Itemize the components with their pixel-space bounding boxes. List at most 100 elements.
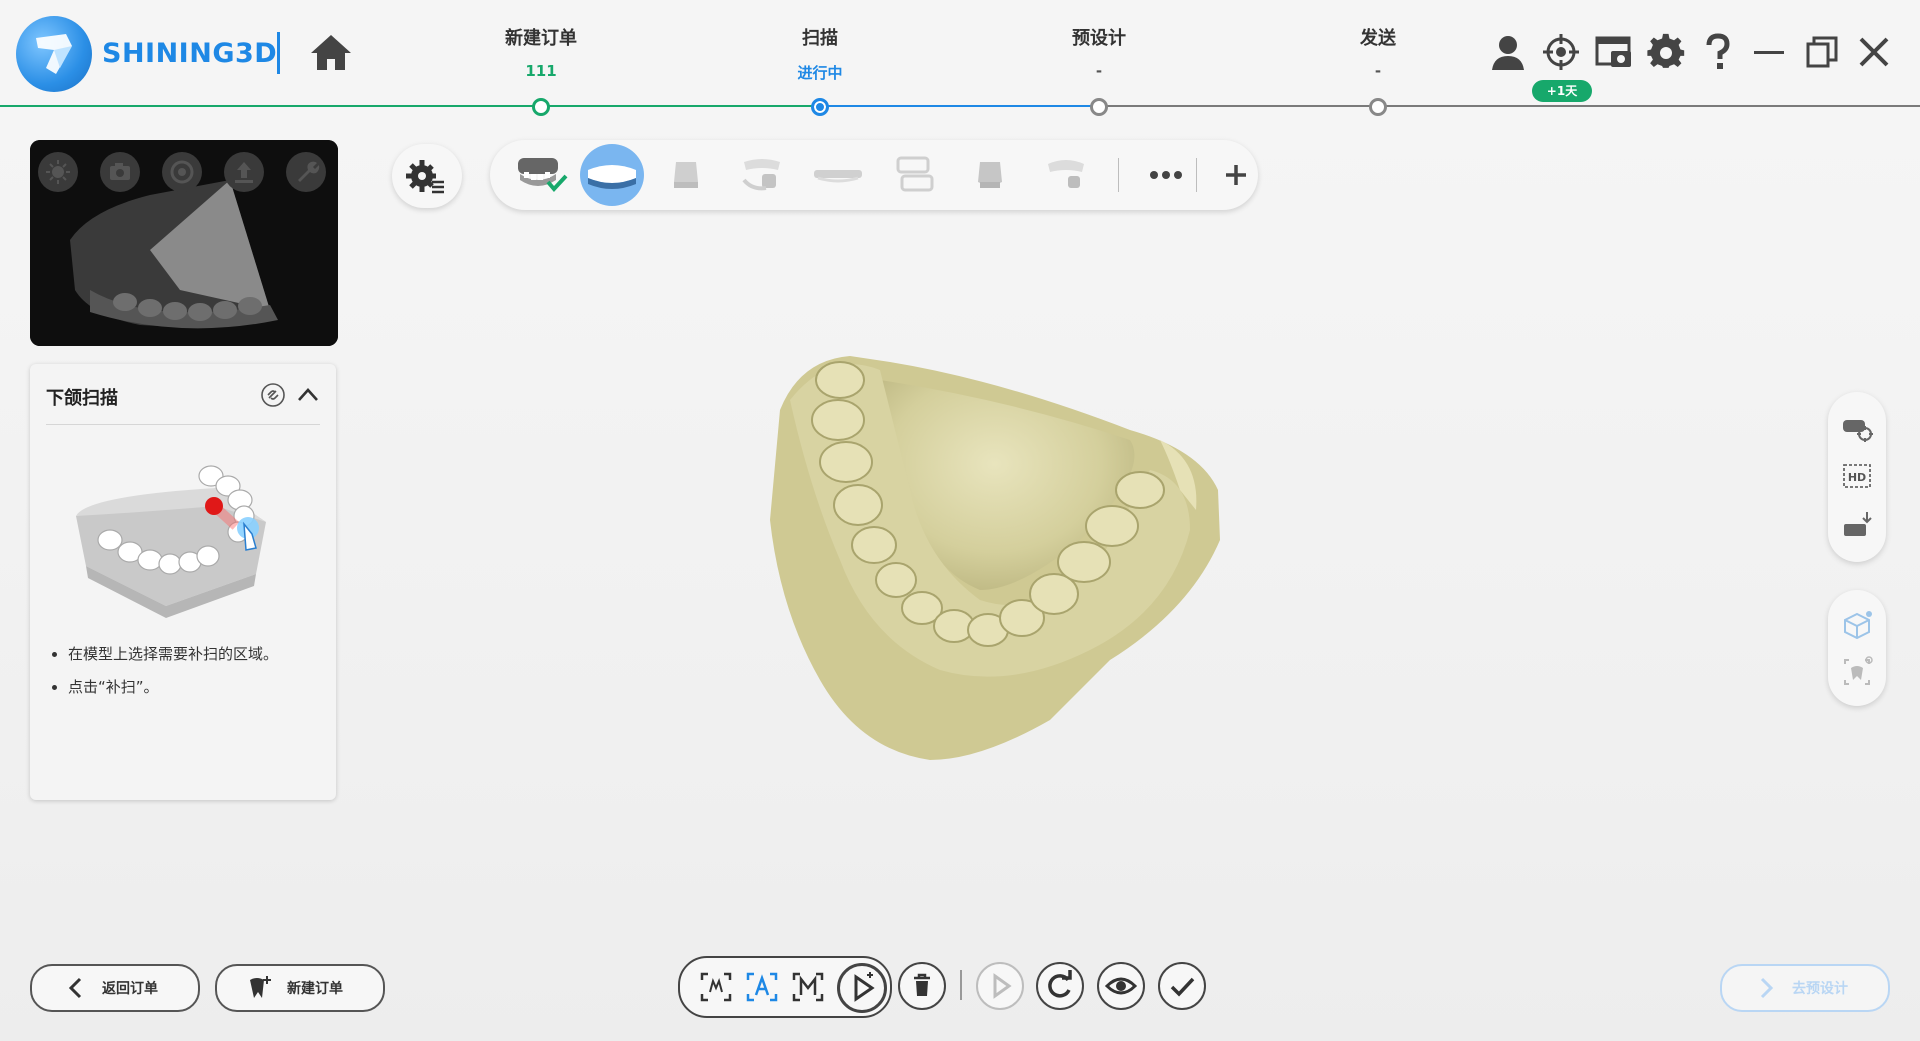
wrench-icon xyxy=(298,161,320,182)
auto-a-icon[interactable] xyxy=(746,972,778,1002)
instruction-item: 在模型上选择需要补扫的区域。 xyxy=(68,638,278,671)
play-button[interactable] xyxy=(976,962,1024,1010)
more-options-icon[interactable] xyxy=(1136,152,1196,198)
tooth-cap-icon[interactable] xyxy=(656,152,716,198)
step-sub: 进行中 xyxy=(797,64,843,82)
step-dot-predesign[interactable] xyxy=(1090,98,1108,116)
help-icon[interactable] xyxy=(1698,32,1738,72)
crosshair-icon[interactable] xyxy=(1541,32,1581,72)
model-download-icon[interactable] xyxy=(1841,510,1873,542)
back-to-order-button[interactable]: 返回订单 xyxy=(30,964,200,1012)
layers-icon[interactable] xyxy=(884,152,944,198)
go-predesign-button[interactable]: 去预设计 xyxy=(1720,964,1890,1012)
refresh-button[interactable] xyxy=(1036,962,1084,1010)
step-title: 新建订单 xyxy=(505,28,577,49)
bottom-separator xyxy=(960,970,962,1000)
link-icon[interactable] xyxy=(260,382,286,408)
play-icon xyxy=(993,973,1012,999)
step-title: 发送 xyxy=(1360,28,1396,49)
step-dot-send[interactable] xyxy=(1369,98,1387,116)
gear-icon[interactable] xyxy=(1646,32,1686,72)
refresh-icon xyxy=(1048,970,1072,998)
scan-mode-group xyxy=(678,956,892,1018)
home-icon[interactable] xyxy=(309,32,353,72)
go-predesign-label: 去预设计 xyxy=(1792,981,1848,997)
confirm-button[interactable] xyxy=(1158,962,1206,1010)
back-to-order-label: 返回订单 xyxy=(102,981,158,997)
checkmark-icon xyxy=(1170,977,1195,997)
hd-icon[interactable]: HD xyxy=(1841,460,1873,492)
aperture-button[interactable] xyxy=(162,152,202,192)
step-scan[interactable]: 扫描 进行中 xyxy=(730,24,910,83)
instruction-list: 在模型上选择需要补扫的区域。 点击“补扫”。 xyxy=(44,638,278,704)
new-order-button[interactable]: 新建订单 xyxy=(215,964,385,1012)
camera-button[interactable] xyxy=(100,152,140,192)
step-dot-scan[interactable] xyxy=(811,98,829,116)
new-order-label: 新建订单 xyxy=(287,981,343,997)
texture-icon[interactable] xyxy=(1841,412,1873,444)
lower-jaw-illustration xyxy=(76,465,266,618)
panel-title: 下颌扫描 xyxy=(46,388,118,409)
step-title: 预设计 xyxy=(1072,28,1126,49)
view-tools-panel: HD xyxy=(1828,392,1886,562)
restore-icon[interactable] xyxy=(1802,32,1842,72)
step-new-order[interactable]: 新建订单 111 xyxy=(451,24,631,80)
svg-text:HD: HD xyxy=(1848,471,1866,484)
tooth-crown-icon[interactable] xyxy=(960,152,1020,198)
minimize-icon[interactable] xyxy=(1750,32,1790,72)
add-icon[interactable] xyxy=(1206,152,1266,198)
bite-record-icon[interactable] xyxy=(1036,152,1096,198)
tooth-scan-icon[interactable] xyxy=(1841,656,1873,688)
chevron-right-icon xyxy=(1760,977,1774,999)
display-mode-panel xyxy=(1828,590,1886,706)
user-icon[interactable] xyxy=(1488,32,1528,72)
camera-icon xyxy=(110,163,130,180)
chevron-left-icon xyxy=(68,977,82,999)
upper-jaw-done-icon[interactable] xyxy=(512,152,572,198)
step-send[interactable]: 发送 - xyxy=(1288,24,1468,80)
toolbar-separator xyxy=(1196,158,1197,192)
step-sub: - xyxy=(1095,62,1103,80)
denture-icon[interactable] xyxy=(808,152,868,198)
toolbar-separator xyxy=(1118,158,1119,192)
progress-line-scan xyxy=(820,105,1099,107)
mesh-cube-icon[interactable] xyxy=(1841,610,1873,642)
progress-line-done xyxy=(0,105,541,107)
screen-camera-icon[interactable] xyxy=(1594,32,1634,72)
days-badge: +1天 xyxy=(1532,80,1592,102)
step-dot-new-order[interactable] xyxy=(532,98,550,116)
aperture-icon xyxy=(170,160,194,184)
brand-separator xyxy=(277,32,280,74)
gear-list-icon xyxy=(406,160,444,194)
upload-button[interactable] xyxy=(224,152,264,192)
step-sub: 111 xyxy=(525,62,557,80)
step-predesign[interactable]: 预设计 - xyxy=(1009,24,1189,80)
app-header: SHINING3D 新建订单 111 扫描 进行中 预设计 - 发送 - +1天 xyxy=(0,0,1920,116)
brightness-button[interactable] xyxy=(38,152,78,192)
manual-m-icon[interactable] xyxy=(792,972,824,1002)
play-add-icon xyxy=(854,972,875,1002)
jaw-3d-model[interactable] xyxy=(750,340,1230,780)
upload-icon xyxy=(235,162,253,183)
collapse-chevron-icon[interactable] xyxy=(296,384,320,406)
trash-icon xyxy=(914,973,930,996)
scan-instruction-panel: 下颌扫描 在模型上选择需要补扫的区域。 点击“补扫”。 xyxy=(30,364,336,800)
scan-settings-button[interactable] xyxy=(392,144,462,208)
progress-line-order xyxy=(541,105,820,107)
scan-toolbar xyxy=(490,140,1258,210)
delete-button[interactable] xyxy=(898,962,946,1010)
brand-name: SHINING3D xyxy=(102,38,278,69)
close-icon[interactable] xyxy=(1854,32,1894,72)
progress-line-pending xyxy=(1099,105,1920,107)
rescan-play-button[interactable] xyxy=(837,963,887,1013)
instruction-item: 点击“补扫”。 xyxy=(68,671,278,704)
lower-jaw-icon[interactable] xyxy=(582,152,642,198)
step-title: 扫描 xyxy=(802,28,838,49)
auto-region-icon[interactable] xyxy=(700,972,732,1002)
logo-mark-icon xyxy=(36,34,72,74)
visibility-button[interactable] xyxy=(1097,962,1145,1010)
bite-icon[interactable] xyxy=(732,152,792,198)
wrench-button[interactable] xyxy=(286,152,326,192)
panel-divider xyxy=(46,424,320,425)
step-sub: - xyxy=(1374,62,1382,80)
